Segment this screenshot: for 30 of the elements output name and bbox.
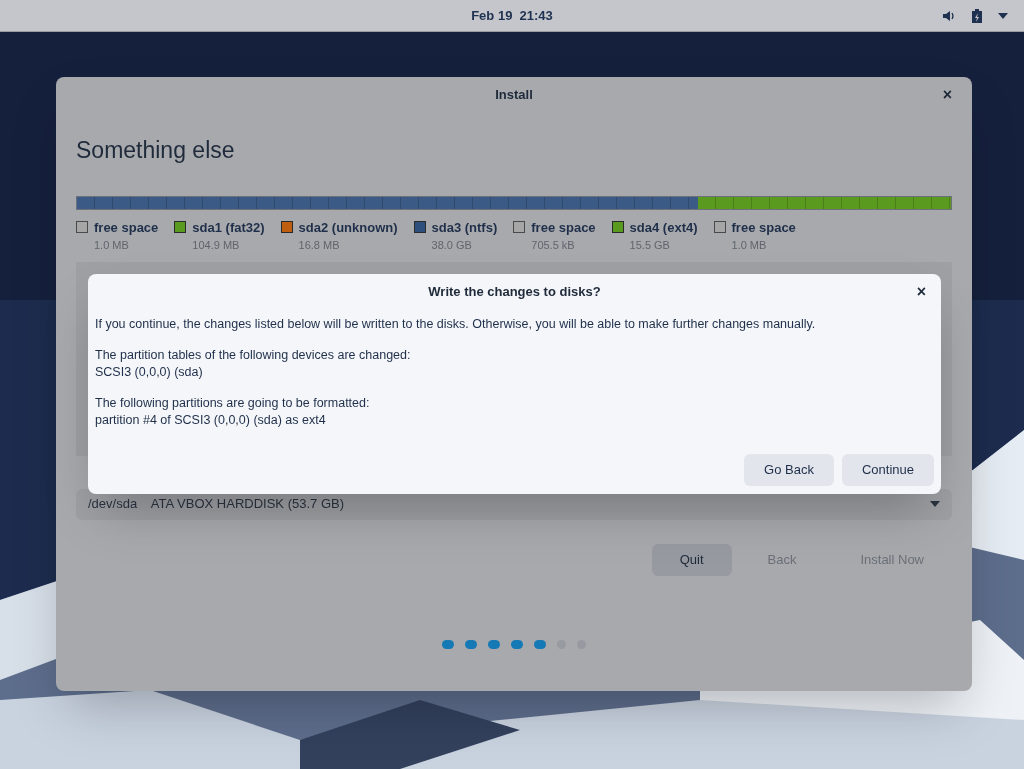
- clock[interactable]: Feb 19 21:43: [471, 5, 553, 26]
- dialog-message: If you continue, the changes listed below will be written to the disks. Otherwise, you will be able to make further changes manually.: [95, 316, 817, 333]
- speaker-icon[interactable]: [942, 9, 956, 23]
- legend-label: sda4 (ext4): [629, 218, 698, 237]
- dialog-button[interactable]: Go Back: [744, 454, 834, 486]
- dialog-button[interactable]: Continue: [841, 454, 934, 486]
- caret-icon: [930, 501, 940, 507]
- legend-label: free space: [531, 218, 596, 237]
- legend-size: 38.0 GB: [431, 238, 473, 253]
- window-title: Install: [495, 86, 533, 105]
- legend-label: sda2 (unknown): [298, 218, 398, 237]
- dialog-message: The following partitions are going to be formatted: partition #4 of SCSI3 (0,0,0) (sda) as ext4: [95, 395, 371, 429]
- legend-size: 705.5 kB: [531, 238, 576, 253]
- dialog-message: The partition tables of the following devices are changed: SCSI3 (0,0,0) (sda): [95, 347, 412, 381]
- close-button[interactable]: ×: [942, 83, 952, 107]
- legend-label: free space: [731, 218, 796, 237]
- legend-size: 104.9 MB: [192, 238, 241, 253]
- page-heading: Something else: [76, 136, 236, 165]
- dialog-title: Write the changes to disks?: [428, 283, 601, 302]
- legend-label: sda3 (ntfs): [431, 218, 498, 237]
- battery-icon[interactable]: [972, 9, 982, 23]
- close-button[interactable]: ×: [916, 280, 926, 304]
- wizard-button[interactable]: Quit: [651, 543, 732, 576]
- legend-size: 1.0 MB: [731, 238, 768, 253]
- legend-size: 1.0 MB: [94, 238, 130, 253]
- dropdown-icon[interactable]: [998, 13, 1008, 19]
- legend-label: sda1 (fat32): [192, 218, 265, 237]
- legend-size: 15.5 GB: [629, 238, 671, 253]
- legend-size: 16.8 MB: [298, 238, 341, 253]
- legend-label: free space: [94, 218, 159, 237]
